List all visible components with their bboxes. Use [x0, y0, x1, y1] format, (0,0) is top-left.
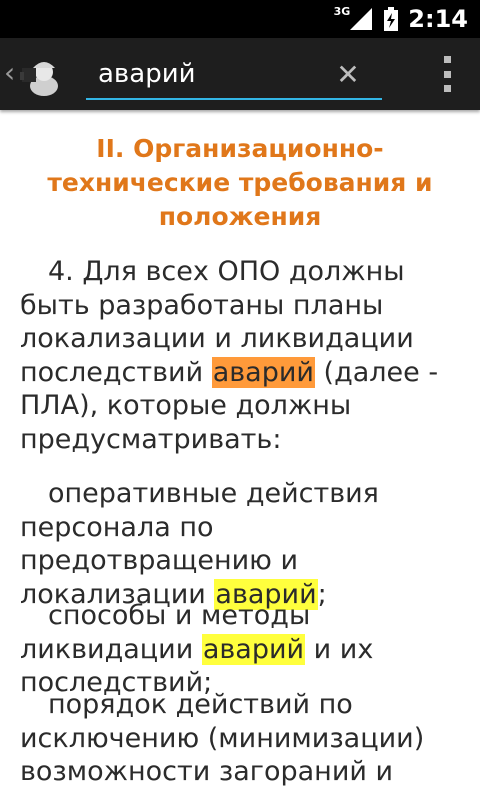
search-match: аварий	[201, 633, 306, 665]
search-match-current: аварий	[211, 356, 315, 388]
worker-helmet-icon[interactable]	[16, 50, 64, 98]
status-bar: 3G 2:14	[0, 0, 480, 38]
overflow-menu-icon[interactable]	[444, 56, 452, 92]
search-field[interactable]: ✕	[86, 52, 382, 100]
chevron-left-icon[interactable]: ‹	[4, 56, 16, 90]
signal-icon	[350, 8, 373, 30]
close-icon[interactable]: ✕	[332, 59, 364, 91]
section-title: II. Организационно-технические требовани…	[47, 134, 433, 231]
clock: 2:14	[408, 5, 468, 33]
battery-icon	[384, 7, 399, 31]
document-view: II. Организационно-технические требовани…	[0, 110, 480, 800]
paragraph: 4. Для всех ОПО должны быть разработаны …	[20, 256, 439, 455]
paragraph: оперативные действия персонала по предот…	[20, 478, 379, 610]
action-bar: ‹ ✕	[0, 38, 480, 110]
network-type: 3G	[333, 4, 351, 18]
paragraph: порядок действий по исключению (минимиза…	[20, 689, 425, 787]
search-input[interactable]	[86, 56, 338, 92]
paragraph: способы и методы ликвидации аварий и их …	[20, 600, 374, 698]
